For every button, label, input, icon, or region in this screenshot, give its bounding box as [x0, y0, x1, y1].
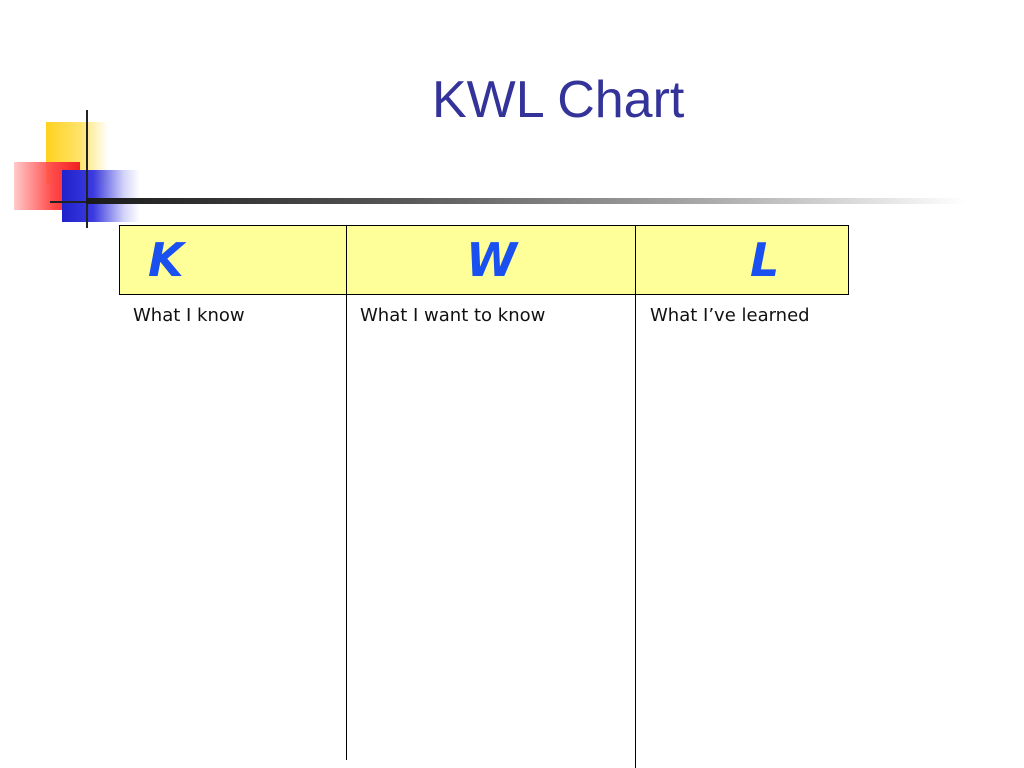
column-divider-2: [635, 225, 636, 768]
kwl-header-row: K W L: [119, 225, 849, 295]
slide-title: KWL Chart: [432, 71, 685, 129]
title-rule: [86, 198, 966, 204]
slide: KWL Chart K W L What I know What I want …: [0, 0, 1024, 768]
accent-horizontal-line: [50, 201, 86, 203]
column-letter-l: L: [750, 233, 780, 287]
decorative-accent: [0, 0, 140, 240]
column-letter-k: K: [148, 233, 184, 287]
column-label-want-to-know: What I want to know: [360, 305, 546, 326]
accent-vertical-line: [86, 110, 88, 228]
accent-blue-square: [62, 170, 140, 222]
column-letter-w: W: [466, 233, 517, 287]
column-divider-1: [346, 225, 347, 760]
column-label-learned: What I’ve learned: [650, 305, 810, 326]
column-label-know: What I know: [133, 305, 245, 326]
